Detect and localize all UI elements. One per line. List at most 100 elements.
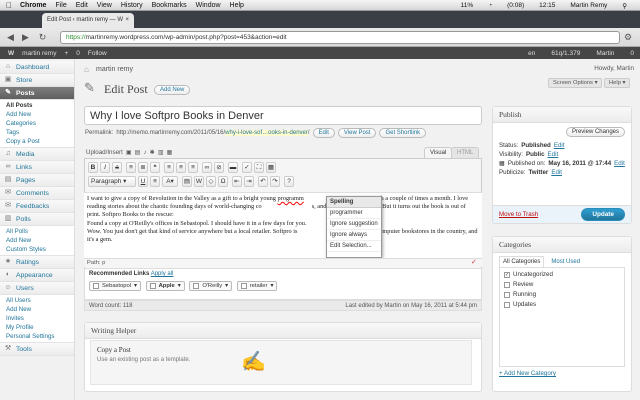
kitchen-sink-icon[interactable]: ▦	[266, 162, 276, 173]
align-center-icon[interactable]: ≡	[176, 162, 186, 173]
checkbox-icon[interactable]	[504, 281, 510, 288]
numbered-list-icon[interactable]: ≣	[138, 162, 148, 173]
wifi-icon[interactable]: ◔	[488, 2, 492, 9]
checkbox-icon[interactable]	[93, 283, 99, 289]
permalink-edit-button[interactable]: Edit	[312, 128, 335, 138]
category-item[interactable]: Running	[504, 291, 620, 298]
misspelled-word[interactable]: programm	[278, 195, 304, 202]
fullscreen-icon[interactable]: ⛶	[254, 162, 264, 173]
checkbox-icon[interactable]	[149, 283, 156, 289]
wrench-icon[interactable]: ⚙	[624, 32, 632, 43]
tab-most-used[interactable]: Most Used	[547, 256, 584, 267]
sidebar-sub-tags[interactable]: Tags	[0, 128, 74, 137]
sidebar-item-polls[interactable]: ▥ Polls	[0, 213, 74, 226]
sidebar-item-media[interactable]: ♫ Media	[0, 148, 74, 161]
blockquote-icon[interactable]: ❝	[150, 162, 160, 173]
wp-logo-icon[interactable]: W	[8, 50, 14, 57]
sidebar-sub-add-new[interactable]: Add New	[0, 110, 74, 119]
menu-edit[interactable]: Edit	[76, 2, 88, 9]
add-image-icon[interactable]: ▣	[126, 149, 132, 156]
sidebar-sub-categories[interactable]: Categories	[0, 119, 74, 128]
sidebar-item-ratings[interactable]: ★ Ratings	[0, 256, 74, 269]
wpbar-lang[interactable]: en	[528, 50, 535, 57]
sidebar-item-tools[interactable]: ⚒ Tools	[0, 343, 74, 356]
sidebar-item-users[interactable]: ☺ Users	[0, 282, 74, 295]
add-new-category-link[interactable]: + Add New Category	[493, 367, 631, 380]
permalink-url[interactable]: http://memo.martinremy.com/2011/05/16/wh…	[116, 130, 310, 136]
preview-changes-button[interactable]: Preview Changes	[565, 127, 625, 137]
link-icon[interactable]: ∞	[202, 162, 212, 173]
checkbox-icon[interactable]	[240, 283, 247, 289]
sidebar-item-links[interactable]: ∞ Links	[0, 161, 74, 174]
sidebar-sub-all-polls[interactable]: All Polls	[0, 227, 74, 236]
sidebar-sub-personal-settings[interactable]: Personal Settings	[0, 332, 74, 341]
wpbar-comments[interactable]: 0	[76, 50, 80, 57]
wpbar-follow[interactable]: Follow	[88, 50, 107, 57]
url-bar[interactable]: https://martinremy.wordpress.com/wp-admi…	[60, 31, 620, 44]
checkbox-icon[interactable]	[193, 283, 200, 289]
menu-view[interactable]: View	[97, 2, 112, 9]
menu-bookmarks[interactable]: Bookmarks	[152, 2, 187, 9]
category-item[interactable]: Review	[504, 281, 620, 288]
apply-all-link[interactable]: Apply all	[151, 271, 174, 277]
apple-menu-icon[interactable]: 	[6, 1, 12, 10]
category-item[interactable]: Updates	[504, 301, 620, 308]
update-button[interactable]: Update	[581, 208, 625, 221]
rec-tag-retailer[interactable]: retailer ▾	[236, 281, 278, 291]
site-name[interactable]: martin remy	[96, 66, 133, 73]
copy-post-panel[interactable]: Copy a Post Use an existing post as a te…	[90, 340, 472, 385]
ignore-always[interactable]: Ignore always	[327, 230, 381, 241]
spotlight-icon[interactable]: ⚲	[622, 2, 627, 10]
sidebar-item-feedbacks[interactable]: ✉ Feedbacks	[0, 200, 74, 213]
bullet-list-icon[interactable]: ≡	[126, 162, 136, 173]
sidebar-item-pages[interactable]: ▤ Pages	[0, 174, 74, 187]
sidebar-sub-invites[interactable]: Invites	[0, 314, 74, 323]
editor-content[interactable]: I want to give a copy of Revolution in t…	[84, 192, 482, 258]
tab-html[interactable]: HTML	[451, 147, 480, 158]
forward-icon[interactable]: ▶	[19, 31, 32, 44]
ignore-suggestion[interactable]: Ignore suggestion	[327, 219, 381, 230]
publicize-edit-link[interactable]: Edit	[551, 169, 562, 176]
proofread-icon[interactable]: ✓	[471, 258, 477, 266]
menu-history[interactable]: History	[121, 2, 143, 9]
add-audio-icon[interactable]: ♪	[144, 149, 147, 156]
sidebar-item-dashboard[interactable]: ⌂ Dashboard	[0, 61, 74, 74]
sidebar-item-store[interactable]: ▣ Store	[0, 74, 74, 87]
sidebar-sub-custom-styles[interactable]: Custom Styles	[0, 245, 74, 254]
rec-tag-oreilly[interactable]: O'Reilly ▾	[189, 281, 233, 291]
category-item[interactable]: ✓ Uncategorized	[504, 271, 620, 278]
spellcheck-icon[interactable]: ✓	[242, 162, 252, 173]
sidebar-sub-copy-post[interactable]: Copy a Post	[0, 137, 74, 146]
wpbar-site[interactable]: martin remy	[22, 50, 56, 57]
justify-icon[interactable]: ≡	[150, 176, 160, 187]
align-left-icon[interactable]: ≡	[164, 162, 174, 173]
indent-icon[interactable]: ⇥	[244, 176, 254, 187]
tab-visual[interactable]: Visual	[424, 147, 453, 158]
undo-icon[interactable]: ↶	[258, 176, 268, 187]
wpbar-user[interactable]: Martin	[596, 50, 614, 57]
special-char-icon[interactable]: Ω	[218, 176, 228, 187]
checkbox-icon[interactable]	[504, 291, 510, 298]
post-title-input[interactable]: Why I love Softpro Books in Denver	[84, 106, 482, 125]
wpbar-new-icon[interactable]: +	[64, 50, 68, 57]
add-media-icon[interactable]: ✱	[150, 149, 155, 156]
menu-window[interactable]: Window	[196, 2, 221, 9]
sidebar-sub-my-profile[interactable]: My Profile	[0, 323, 74, 332]
more-tag-icon[interactable]: ▬	[228, 162, 238, 173]
status-edit-link[interactable]: Edit	[554, 142, 565, 149]
writing-helper-title[interactable]: Writing Helper	[85, 323, 481, 339]
sidebar-item-comments[interactable]: ✉ Comments	[0, 187, 74, 200]
unlink-icon[interactable]: ⊘	[214, 162, 224, 173]
published-edit-link[interactable]: Edit	[614, 160, 625, 167]
strikethrough-icon[interactable]: a	[112, 162, 122, 173]
screen-options-button[interactable]: Screen Options ▾	[548, 78, 603, 88]
browser-tab[interactable]: Edit Post ‹ martin remy — W ×	[42, 13, 134, 28]
redo-icon[interactable]: ↷	[270, 176, 280, 187]
paragraph-select[interactable]: Paragraph ▾	[88, 176, 136, 187]
clock[interactable]: 12:15	[539, 2, 555, 9]
rec-tag-apple[interactable]: Apple ▾	[145, 281, 185, 291]
visibility-edit-link[interactable]: Edit	[548, 151, 559, 158]
publish-title[interactable]: Publish	[493, 107, 631, 123]
sidebar-item-posts[interactable]: ✎ Posts	[0, 87, 74, 100]
help-button[interactable]: Help ▾	[604, 78, 631, 88]
